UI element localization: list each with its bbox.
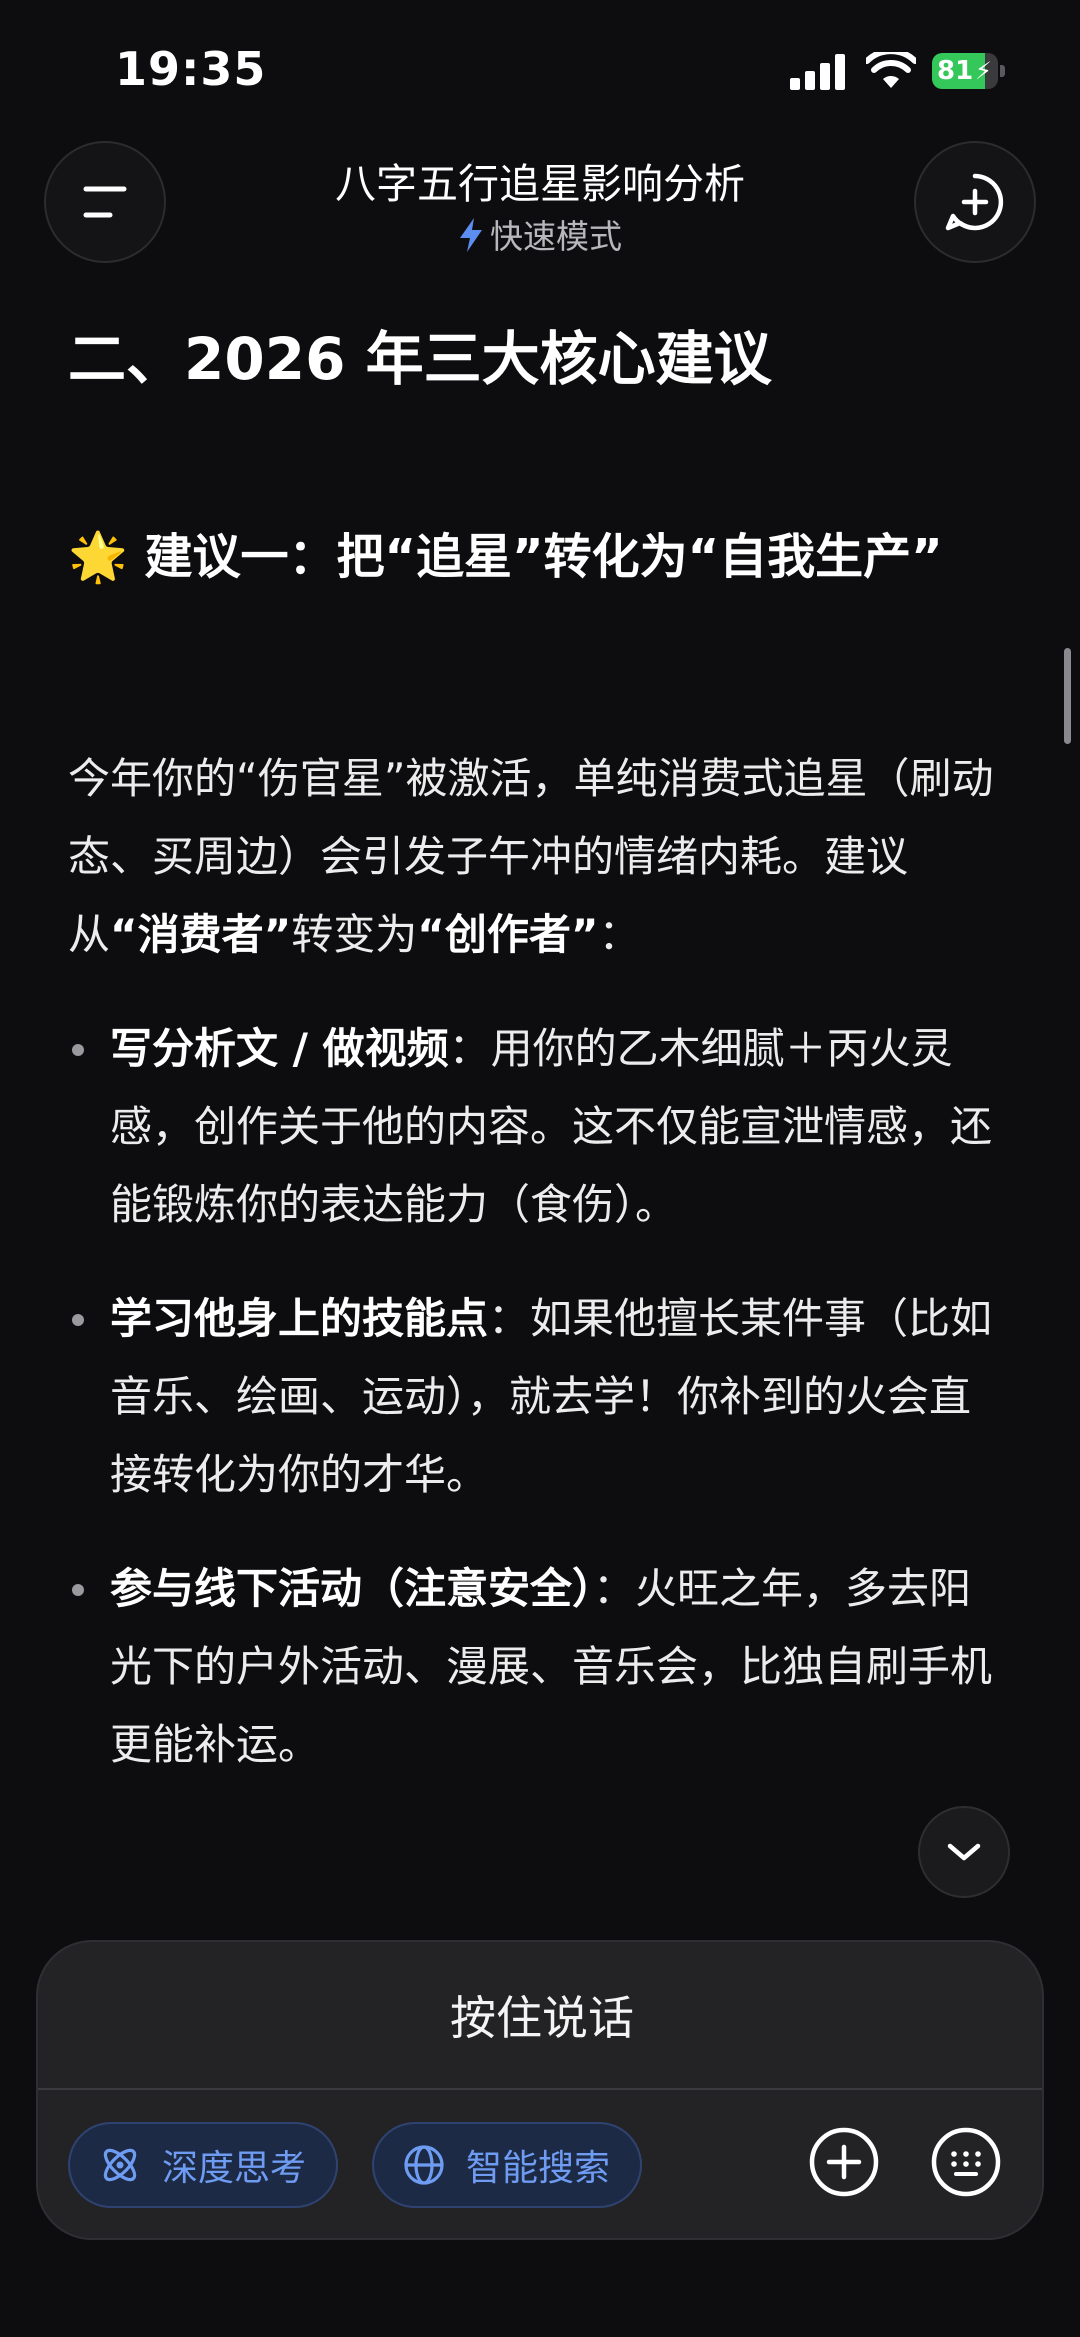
deep-think-toggle[interactable]: 深度思考: [68, 2122, 339, 2208]
atom-icon: [103, 2148, 137, 2182]
wifi-icon: [866, 52, 916, 88]
chevron-down-icon: [947, 1843, 981, 1861]
new-chat-button[interactable]: [914, 141, 1036, 263]
mode-label: 快速模式: [490, 217, 622, 256]
menu-button[interactable]: [44, 141, 166, 263]
suggestion-heading: 🌟 建议一：把“追星”转化为“自我生产”: [68, 518, 1012, 596]
cellular-signal-icon: [790, 54, 846, 90]
mode-indicator[interactable]: 快速模式: [240, 210, 840, 258]
panel-divider: [38, 2088, 1042, 2090]
deep-think-label: 深度思考: [162, 2148, 307, 2189]
battery-percent: 81: [937, 56, 974, 86]
battery-indicator: 81 ⚡: [932, 53, 1005, 89]
globe-icon: [404, 2145, 444, 2185]
conversation-title[interactable]: 八字五行追星影响分析: [240, 150, 840, 210]
keyboard-icon: [931, 2127, 1001, 2197]
suggestion-title: 建议一：把“追星”转化为“自我生产”: [144, 529, 943, 585]
lightning-icon: [460, 218, 482, 252]
smart-search-label: 智能搜索: [466, 2148, 611, 2189]
list-item: 写分析文 / 做视频：用你的乙木细腻＋丙火灵感，创作关于他的内容。这不仅能宣泄情…: [68, 1010, 1012, 1244]
chat-screen: 19:35 81 ⚡ 八字五行追星影响分析 快速模式 二、2026 年三大核心建…: [0, 0, 1080, 2337]
section-heading: 二、2026 年三大核心建议: [68, 325, 772, 393]
add-attachment-button[interactable]: [804, 2122, 884, 2202]
smart-search-toggle[interactable]: 智能搜索: [372, 2122, 643, 2208]
scrollbar-thumb[interactable]: [1064, 648, 1071, 744]
menu-icon: [83, 186, 127, 218]
list-item: 学习他身上的技能点：如果他擅长某件事（比如音乐、绘画、运动），就去学！你补到的火…: [68, 1280, 1012, 1514]
plus-circle-icon: [809, 2127, 879, 2197]
suggestion-list: 写分析文 / 做视频：用你的乙木细腻＋丙火灵感，创作关于他的内容。这不仅能宣泄情…: [68, 1010, 1012, 1820]
list-item: 参与线下活动（注意安全）：火旺之年，多去阳光下的户外活动、漫展、音乐会，比独自刷…: [68, 1550, 1012, 1784]
input-panel: 按住说话 深度思考 智能搜索: [36, 1940, 1044, 2240]
status-time: 19:35: [115, 42, 267, 96]
star-emoji-icon: 🌟: [68, 529, 128, 585]
scroll-to-bottom-button[interactable]: [918, 1806, 1010, 1898]
status-bar: 19:35 81 ⚡: [0, 0, 1080, 140]
intro-paragraph: 今年你的“伤官星”被激活，单纯消费式追星（刷动态、买周边）会引发子午冲的情绪内耗…: [68, 754, 994, 959]
keyboard-toggle-button[interactable]: [926, 2122, 1006, 2202]
new-chat-icon: [945, 173, 1004, 231]
charging-bolt-icon: ⚡: [975, 57, 992, 85]
hold-to-talk-button[interactable]: 按住说话: [38, 1942, 1046, 2088]
